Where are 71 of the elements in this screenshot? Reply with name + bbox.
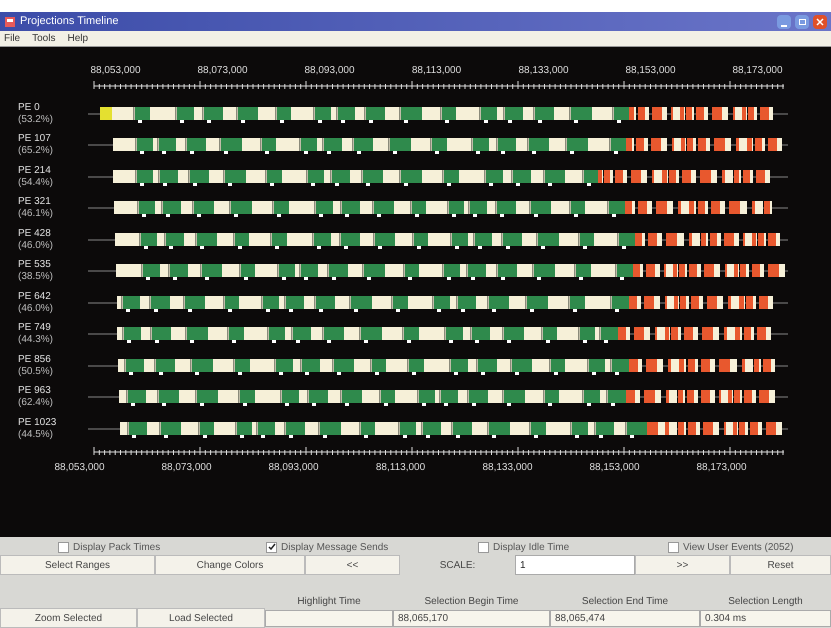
axis-label: 88,073,000 [196, 64, 249, 78]
processor-usage: (46.1%) [18, 208, 54, 220]
axis-label: 88,073,000 [160, 460, 213, 474]
axis-label: 88,133,000 [481, 460, 534, 474]
processor-name: PE 321 [18, 196, 52, 208]
axis-label: 88,153,000 [624, 64, 677, 78]
processor-name: PE 214 [18, 164, 52, 177]
window-title: Projections Timeline [20, 14, 118, 30]
axis-label: 88,053,000 [89, 64, 142, 78]
field-label: Selection Length [727, 595, 804, 609]
scale-field[interactable]: 1 [515, 555, 635, 575]
processor-usage: (44.3%) [18, 334, 54, 346]
axis-label: 88,093,000 [303, 64, 356, 78]
processor-name: PE 856 [18, 354, 52, 366]
axis-label: 88,173,000 [695, 460, 748, 474]
minimize-button[interactable] [777, 14, 791, 28]
processor-name: PE 1023 [18, 416, 58, 429]
processor-usage: (54.4%) [18, 176, 54, 189]
processor-name: PE 535 [18, 259, 52, 272]
change-colors-button[interactable]: Change Colors [155, 555, 305, 575]
checkbox-label: Display Pack Times [73, 540, 160, 554]
menu-item[interactable]: Help [67, 31, 88, 46]
processor-name: PE 749 [18, 322, 52, 334]
axis-label: 88,053,000 [53, 460, 106, 474]
close-button[interactable] [813, 14, 827, 28]
menu-item[interactable]: Tools [32, 31, 56, 46]
scale-label: SCALE: [438, 558, 476, 572]
axis-label: 88,093,000 [267, 460, 320, 474]
processor-name: PE 642 [18, 290, 52, 303]
processor-usage: (46.0%) [18, 240, 54, 252]
zoom-out-button[interactable]: << [305, 555, 400, 575]
checkbox-label: Display Idle Time [493, 540, 570, 554]
processor-usage: (53.2%) [18, 114, 54, 126]
processor-name: PE 428 [18, 228, 52, 240]
close-icon [816, 18, 824, 26]
menu-item[interactable]: File [4, 31, 20, 46]
processor-usage: (38.5%) [18, 271, 54, 284]
app-icon [4, 16, 16, 28]
axis-label: 88,173,000 [731, 64, 784, 78]
checkmark-icon [268, 543, 276, 551]
time-field[interactable] [265, 610, 393, 626]
checkbox[interactable] [58, 542, 69, 552]
maximize-button[interactable] [795, 14, 809, 28]
processor-name: PE 0 [18, 102, 41, 114]
checkbox[interactable] [668, 542, 679, 552]
axis-label: 88,113,000 [410, 64, 462, 78]
processor-usage: (65.2%) [18, 145, 54, 158]
time-field[interactable]: 0.304 ms [700, 610, 831, 626]
processor-usage: (44.5%) [18, 428, 54, 441]
processor-usage: (62.4%) [18, 397, 54, 410]
processor-usage: (46.0%) [18, 302, 54, 315]
axis-label: 88,133,000 [517, 64, 570, 78]
zoom-selected-button[interactable]: Zoom Selected [0, 608, 137, 628]
axis-label: 88,153,000 [588, 460, 641, 474]
time-field[interactable]: 88,065,474 [550, 610, 700, 626]
field-label: Highlight Time [296, 595, 362, 609]
processor-usage: (50.5%) [18, 366, 54, 378]
load-selected-button[interactable]: Load Selected [137, 608, 265, 628]
processor-name: PE 107 [18, 133, 52, 146]
field-label: Selection Begin Time [424, 595, 520, 609]
field-label: Selection End Time [580, 595, 670, 609]
checkbox-label: Display Message Sends [281, 540, 388, 554]
processor-name: PE 963 [18, 385, 52, 398]
time-field[interactable]: 88,065,170 [393, 610, 550, 626]
axis-label: 88,113,000 [374, 460, 426, 474]
reset-button[interactable]: Reset [730, 555, 831, 575]
select-ranges-button[interactable]: Select Ranges [0, 555, 155, 575]
checkbox[interactable] [478, 542, 489, 552]
zoom-in-button[interactable]: >> [635, 555, 730, 575]
checkbox-label: View User Events (2052) [683, 540, 794, 554]
checkbox[interactable] [266, 542, 277, 552]
